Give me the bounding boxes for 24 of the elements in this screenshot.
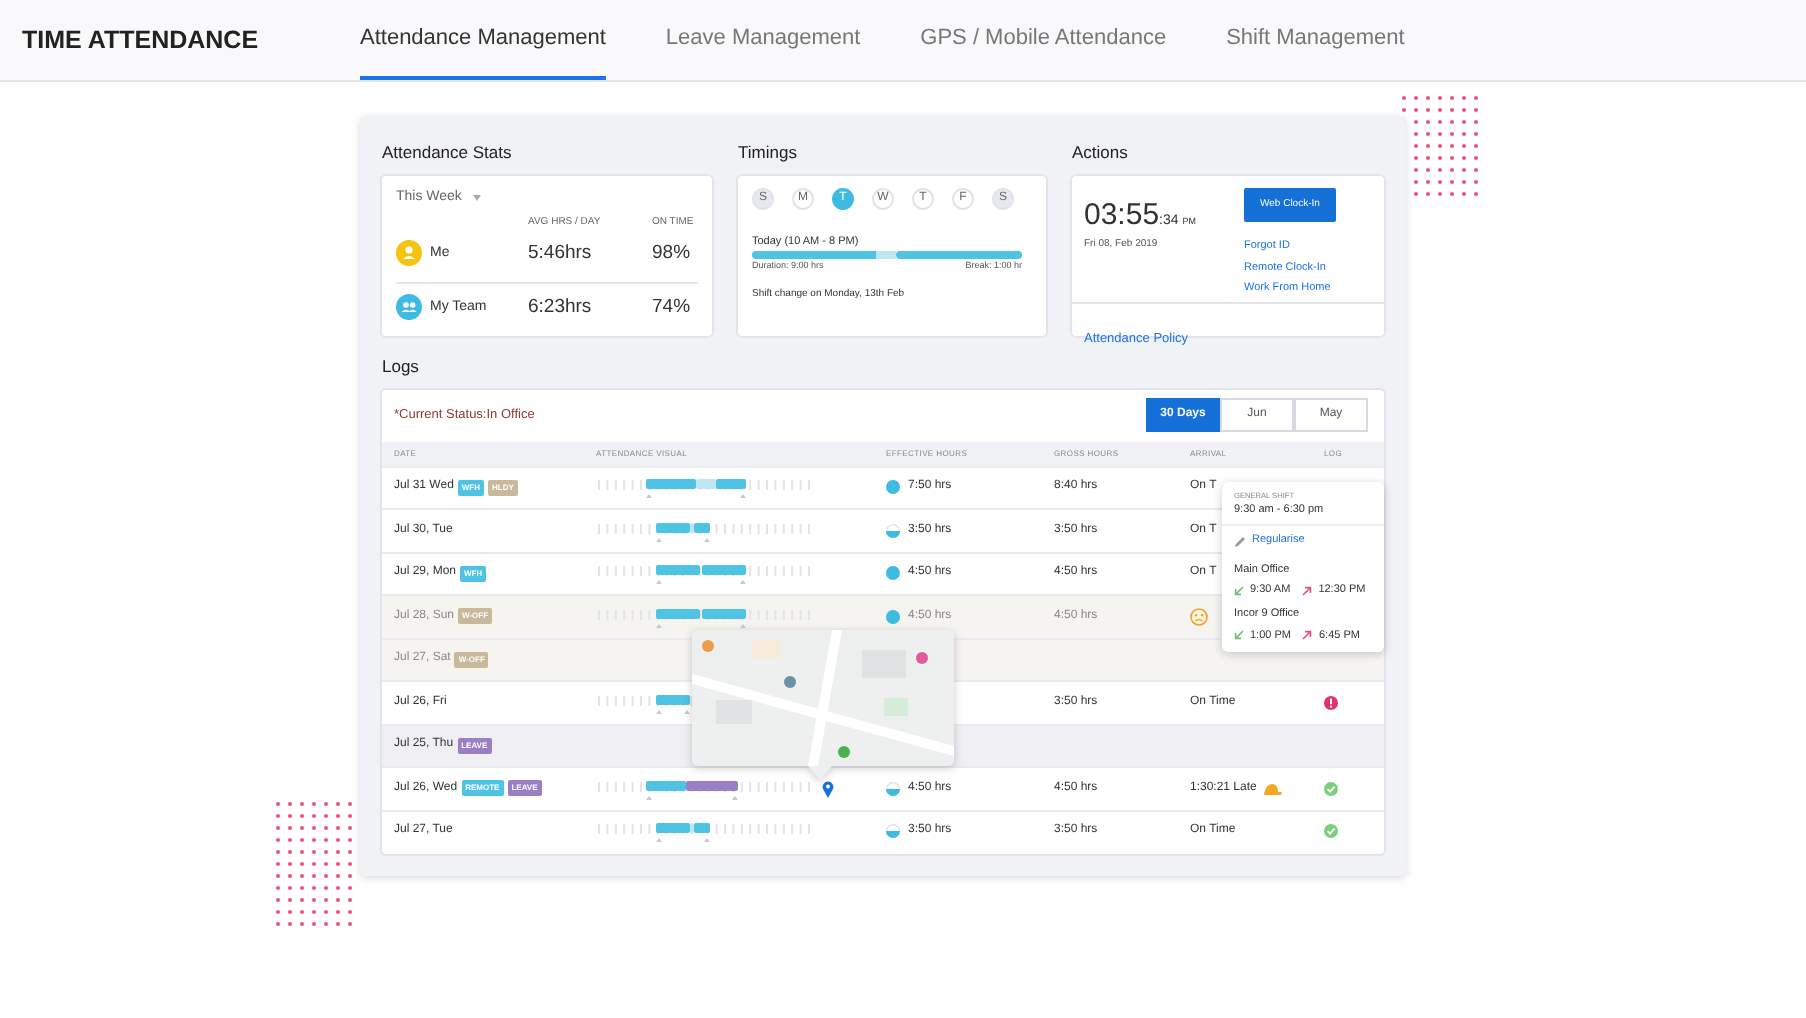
pencil-icon <box>1234 535 1246 548</box>
check-out-arrow-icon <box>1302 630 1313 641</box>
dot-pattern-drawing <box>1400 94 1484 202</box>
average-hours: 6:23hrs <box>528 293 594 322</box>
average-hours: 5:46hrs <box>528 239 594 268</box>
nav-tab[interactable]: GPS / Mobile Attendance <box>920 0 1167 80</box>
app-title: TIME ATTENDANCE <box>20 23 261 58</box>
on-time-percent: 98% <box>652 239 691 268</box>
check-in-arrow-icon <box>1234 630 1244 641</box>
section-title: Attendance Stats <box>382 140 514 166</box>
clock-time: 03:55 <box>1084 195 1160 236</box>
nav-tab[interactable]: Attendance Management <box>360 0 606 80</box>
caret-icon <box>471 194 482 202</box>
on-time-percent: 74% <box>652 293 691 322</box>
section-title: Actions <box>1072 140 1130 166</box>
user-avatar-icon <box>396 240 422 267</box>
section-title: Timings <box>738 140 799 166</box>
check-in-arrow-icon <box>1234 585 1244 596</box>
dot-pattern-drawing <box>274 800 358 932</box>
section-title: Logs <box>382 353 421 379</box>
check-out-arrow-icon <box>1302 585 1313 596</box>
nav-tab[interactable]: Leave Management <box>665 0 861 80</box>
nav-tab[interactable]: Shift Management <box>1226 0 1405 80</box>
team-avatar-icon <box>396 294 422 321</box>
